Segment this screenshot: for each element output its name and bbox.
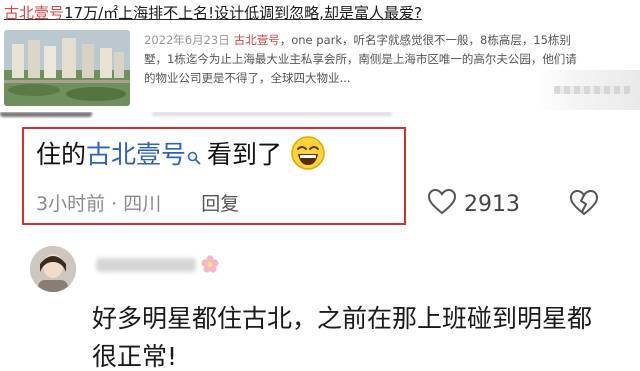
title-price: 17万/㎡ — [64, 4, 119, 22]
title-rest: 上海排不上名!设计低调到忽略,却是富人最爱? — [118, 4, 422, 22]
comment-suffix: 看到了 — [207, 140, 283, 169]
dislike-icon[interactable] — [569, 189, 599, 220]
username[interactable] — [96, 252, 224, 276]
article-date: 2022年6月23日 — [144, 33, 230, 47]
article-keyword: 古北壹号 — [233, 33, 280, 47]
search-icon[interactable] — [187, 139, 201, 175]
comment-link[interactable]: 古北壹号 — [86, 140, 186, 169]
comment-time: 3小时前 · 四川 — [36, 193, 162, 215]
comment-prefix: 住的 — [36, 140, 87, 169]
article-snippet: 2022年6月23日 古北壹号，one park，听名字就感觉很不一般，8栋高层，… — [144, 31, 584, 88]
flower-icon — [200, 254, 220, 278]
laugh-emoji — [290, 135, 326, 181]
comment-meta: 3小时前 · 四川 回复 — [36, 190, 239, 218]
blurred-overlay — [536, 70, 640, 110]
cropped-comment-strip — [0, 112, 640, 126]
reply-text: 好多明星都住古北，之前在那上班碰到明星都很正常! — [92, 304, 593, 371]
avatar[interactable] — [30, 246, 76, 292]
like-button[interactable]: 2913 — [427, 188, 520, 220]
title-keyword: 古北壹号 — [4, 4, 65, 22]
article-thumbnail[interactable] — [4, 30, 130, 106]
article-title[interactable]: 古北壹号17万/㎡上海排不上名!设计低调到忽略,却是富人最爱? — [4, 2, 422, 24]
reply-button[interactable]: 回复 — [201, 193, 239, 215]
username-blurred — [96, 258, 196, 272]
like-icon[interactable] — [427, 188, 457, 219]
like-count: 2913 — [464, 191, 520, 217]
comment-text: 住的古北壹号 看到了 — [36, 135, 326, 181]
